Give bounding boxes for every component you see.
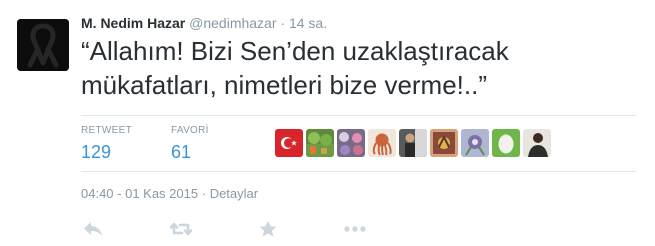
favorite-label: FAVORİ xyxy=(171,125,209,136)
favoriter-avatar-3[interactable] xyxy=(337,129,365,157)
author-handle[interactable]: @nedimhazar xyxy=(189,15,276,31)
favorite-button[interactable] xyxy=(256,217,280,241)
favoriter-avatar-5[interactable] xyxy=(399,129,427,157)
tweet-meta: 04:40 - 01 Kas 2015 · Detaylar xyxy=(81,186,258,201)
divider-bottom xyxy=(81,171,637,172)
favoriter-avatar-4[interactable] xyxy=(368,129,396,157)
favorite-stat[interactable]: FAVORİ 61 xyxy=(171,125,209,165)
details-link[interactable]: Detaylar xyxy=(210,186,258,201)
tweet-time[interactable]: 14 sa. xyxy=(289,15,327,31)
retweet-icon xyxy=(170,222,192,236)
tweet-header: M. Nedim Hazar @nedimhazar · 14 sa. xyxy=(81,14,327,32)
meta-separator: · xyxy=(201,186,207,201)
favoriter-avatar-2[interactable] xyxy=(306,129,334,157)
favorite-count: 61 xyxy=(171,142,192,162)
retweet-label: RETWEET xyxy=(81,125,132,136)
mourning-ribbon-icon xyxy=(17,19,69,71)
star-icon xyxy=(259,220,277,237)
favoriter-avatars xyxy=(275,129,551,157)
favoriter-avatar-6[interactable] xyxy=(430,129,458,157)
retweet-count: 129 xyxy=(81,142,112,162)
favoriter-avatar-1[interactable] xyxy=(275,129,303,157)
tweet-text: “Allahım! Bizi Sen’den uzaklaştıracak mü… xyxy=(81,36,509,100)
reply-icon xyxy=(84,222,102,236)
favoriter-avatar-7[interactable] xyxy=(461,129,489,157)
retweet-button[interactable] xyxy=(169,217,193,241)
author-name[interactable]: M. Nedim Hazar xyxy=(81,15,185,31)
separator: · xyxy=(280,15,286,31)
divider-top xyxy=(81,115,637,116)
retweet-stat[interactable]: RETWEET 129 xyxy=(81,125,132,165)
reply-button[interactable] xyxy=(81,217,105,241)
more-icon xyxy=(344,226,366,232)
more-button[interactable] xyxy=(343,217,367,241)
favoriter-avatar-9[interactable] xyxy=(523,129,551,157)
author-avatar[interactable] xyxy=(17,19,69,71)
favoriter-avatar-8[interactable] xyxy=(492,129,520,157)
tweet-timestamp[interactable]: 04:40 - 01 Kas 2015 xyxy=(81,186,198,201)
tweet-actions xyxy=(81,217,381,241)
